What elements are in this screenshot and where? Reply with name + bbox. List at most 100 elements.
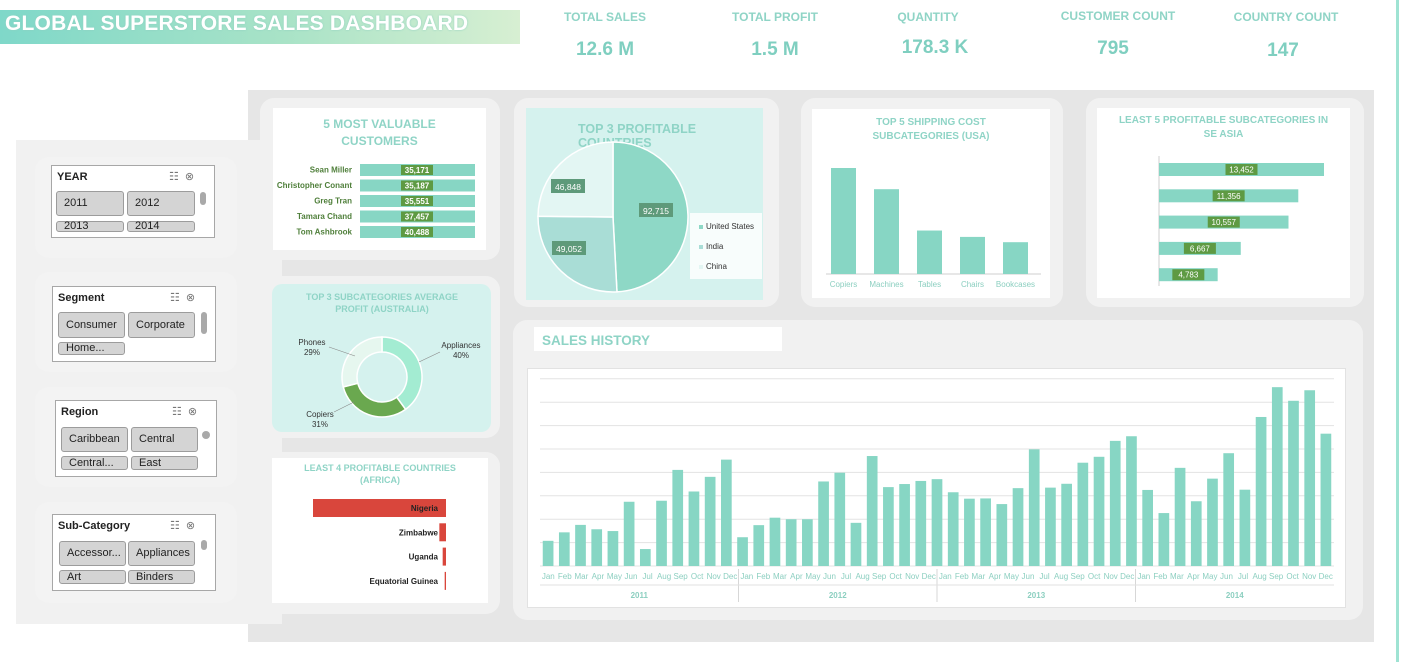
- data-label: 35,187: [405, 182, 430, 191]
- chart-title-sales-history: SALES HISTORY: [542, 333, 651, 348]
- bar: [753, 525, 765, 566]
- slicer-year-option[interactable]: 2012: [127, 191, 195, 216]
- bar: [1304, 390, 1316, 566]
- category-label: Tom Ashbrook: [296, 228, 352, 237]
- slicer-year-title: YEAR: [57, 171, 88, 183]
- kpi-quantity-label: QUANTITY: [897, 10, 959, 24]
- slicer-scrollbar[interactable]: [202, 431, 210, 439]
- year-label: 2014: [1226, 591, 1244, 600]
- chart-australia: Appliances40% Copiers31% Phones29%: [298, 336, 481, 429]
- slicer-year-option[interactable]: 2013: [56, 221, 124, 232]
- data-label: 13,452: [1229, 166, 1254, 175]
- slicer-segment-option[interactable]: Consumer: [58, 312, 125, 338]
- bar: [866, 456, 878, 566]
- bar: [996, 504, 1008, 566]
- slicer-region-option[interactable]: Central: [131, 427, 198, 452]
- month-label: May: [607, 572, 622, 581]
- month-label: Jul: [1039, 572, 1049, 581]
- category-label: Nigeria: [411, 504, 439, 513]
- category-label: Phones: [298, 338, 325, 347]
- multi-select-icon[interactable]: ☷: [170, 292, 186, 304]
- month-label: Oct: [1088, 572, 1101, 581]
- bar: [1126, 436, 1137, 566]
- month-label: May: [1202, 572, 1217, 581]
- bar: [607, 531, 619, 566]
- kpi-total-profit-label: TOTAL PROFIT: [732, 10, 818, 24]
- dashboard-title: GLOBAL SUPERSTORE SALES DASHBOARD: [5, 12, 469, 35]
- clear-filter-icon[interactable]: ⊗: [186, 292, 201, 304]
- bar: [639, 549, 651, 566]
- slicer-subcategory-option[interactable]: Appliances: [128, 541, 195, 566]
- slicer-region-option[interactable]: East: [131, 456, 198, 470]
- chart-sales-history: Jan Feb Mar Apr May Jun Jul Aug Sep Oct Nov Dec2011…: [540, 378, 1334, 602]
- legend-item: India: [699, 242, 723, 251]
- multi-select-icon[interactable]: ☷: [170, 520, 186, 532]
- month-label: Jan: [542, 572, 555, 581]
- card-se-asia-inner: LEAST 5 PROFITABLE SUBCATEGORIES IN SE A…: [1097, 108, 1350, 298]
- month-label: Aug: [657, 572, 671, 581]
- bar: [1045, 487, 1056, 566]
- category-label: Greg Tran: [314, 197, 352, 206]
- month-label: Apr: [790, 572, 803, 581]
- slicer-segment-option[interactable]: Corporate: [128, 312, 195, 338]
- multi-select-icon[interactable]: ☷: [172, 406, 188, 418]
- month-label: Nov: [905, 572, 919, 581]
- data-label: 35,171: [405, 166, 430, 175]
- slicer-year-option[interactable]: 2011: [56, 191, 124, 216]
- bar: [1142, 489, 1154, 566]
- bar: [947, 492, 959, 566]
- slicer-year: YEAR ☷⊗ 2011 2012 2013 2014: [51, 165, 215, 238]
- card-top-customers-inner: 5 MOST VALUABLE CUSTOMERS Sean Miller 35,…: [273, 108, 486, 250]
- month-label: Jun: [823, 572, 836, 581]
- bar: [720, 459, 732, 566]
- chart-se-asia: 13,452 11,356 10,557 6,667 4,783: [1158, 156, 1324, 286]
- kpi-customer-count-value: 795: [1097, 38, 1129, 59]
- month-label: Feb: [558, 572, 572, 581]
- bar: [1255, 416, 1267, 566]
- bar: [1077, 462, 1089, 566]
- donut-slice: [342, 382, 407, 418]
- data-label: 31%: [312, 420, 328, 429]
- slicer-subcategory-option[interactable]: Binders: [128, 570, 195, 584]
- slicer-region-option[interactable]: Central...: [61, 456, 128, 470]
- data-label: 35,551: [405, 197, 430, 206]
- kpi-total-profit-value: 1.5 M: [751, 39, 799, 60]
- slicer-segment-title: Segment: [58, 292, 105, 304]
- month-label: Jan: [1137, 572, 1150, 581]
- category-label: Tamara Chand: [297, 212, 352, 221]
- slicer-scrollbar[interactable]: [200, 192, 206, 205]
- bar: [444, 571, 446, 590]
- slicer-segment-option[interactable]: Home...: [58, 342, 125, 355]
- bar: [623, 501, 635, 566]
- data-label: 46,848: [555, 182, 581, 192]
- bar: [1028, 449, 1040, 566]
- data-label: 49,052: [556, 244, 582, 254]
- slicer-subcategory: Sub-Category ☷⊗ Accessor... Appliances A…: [52, 514, 216, 591]
- bar: [542, 540, 554, 566]
- slicer-scrollbar[interactable]: [201, 540, 207, 550]
- month-label: Oct: [1286, 572, 1299, 581]
- bar: [834, 472, 846, 566]
- bar: [1271, 387, 1283, 566]
- slicer-scrollbar[interactable]: [201, 312, 207, 334]
- multi-select-icon[interactable]: ☷: [169, 171, 185, 183]
- bar: [1207, 478, 1218, 566]
- category-label: Sean Miller: [310, 166, 352, 175]
- bar: [980, 498, 991, 566]
- slicer-subcategory-option[interactable]: Art: [59, 570, 126, 584]
- slicer-year-option[interactable]: 2014: [127, 221, 195, 232]
- clear-filter-icon[interactable]: ⊗: [188, 406, 203, 418]
- month-label: Jun: [1220, 572, 1233, 581]
- bar: [785, 519, 797, 566]
- month-label: Jul: [642, 572, 652, 581]
- bar: [1061, 483, 1072, 566]
- year-label: 2012: [829, 591, 847, 600]
- sales-history-plot: Jan Feb Mar Apr May Jun Jul Aug Sep Oct Nov Dec 2011…: [527, 368, 1346, 608]
- slicer-subcategory-option[interactable]: Accessor...: [59, 541, 126, 566]
- kpi-quantity-value: 178.3 K: [901, 37, 969, 58]
- clear-filter-icon[interactable]: ⊗: [186, 520, 201, 532]
- bar: [831, 168, 856, 274]
- month-label: Feb: [1153, 572, 1167, 581]
- slicer-region-option[interactable]: Caribbean: [61, 427, 128, 452]
- clear-filter-icon[interactable]: ⊗: [185, 171, 200, 183]
